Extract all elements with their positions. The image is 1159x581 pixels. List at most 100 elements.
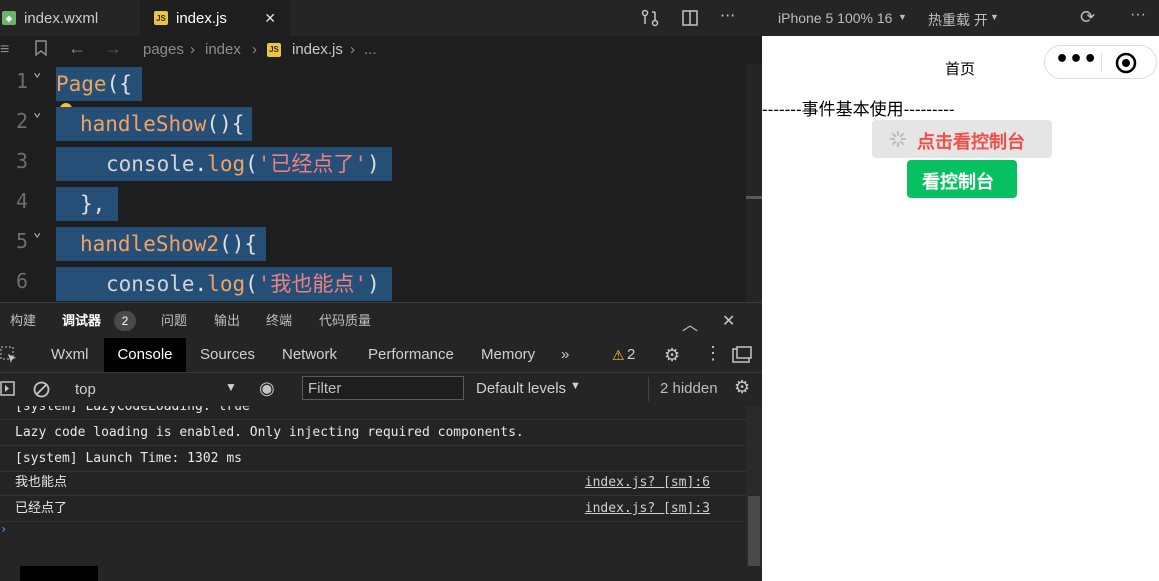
tab-label: index.js xyxy=(176,9,227,27)
capsule-close-icon[interactable] xyxy=(1115,52,1137,78)
forward-arrow-icon[interactable]: → xyxy=(104,38,122,59)
split-editor-icon[interactable] xyxy=(680,8,700,32)
drawer-bar xyxy=(0,566,762,581)
kebab-menu-icon[interactable]: ⋮ xyxy=(704,343,722,364)
breadcrumb-part[interactable]: index.js xyxy=(292,41,343,58)
chevron-right-icon: › xyxy=(350,41,355,58)
hidden-count: 2 hidden xyxy=(660,380,718,397)
tab-index-js[interactable]: JS index.js ✕ xyxy=(140,0,290,36)
code-line: }, xyxy=(56,187,118,221)
tab-memory[interactable]: Memory xyxy=(481,338,535,372)
source-link[interactable]: index.js? [sm]:3 xyxy=(585,496,710,521)
clear-console-icon[interactable] xyxy=(33,381,50,402)
console-row: [system] LazyCodeLoading: true xyxy=(0,406,746,420)
dock-icon[interactable] xyxy=(732,346,752,368)
more-icon[interactable]: ··· xyxy=(720,6,735,25)
panel-header: 构建 调试器 2 问题 输出 终端 代码质量 ︿ ✕ xyxy=(0,302,762,339)
console-message: 已经点了 xyxy=(15,501,68,516)
divider xyxy=(648,377,649,401)
eye-icon[interactable]: ◉ xyxy=(259,378,275,399)
chevron-down-icon[interactable]: ▼ xyxy=(898,12,907,22)
tab-index-wxml[interactable]: ◈ index.wxml xyxy=(0,0,138,36)
hot-reload-toggle[interactable]: 热重载 开 xyxy=(928,10,988,30)
more-tabs-icon[interactable]: » xyxy=(561,338,569,372)
tab-code-quality[interactable]: 代码质量 xyxy=(319,303,371,339)
console-row: 已经点了 index.js? [sm]:3 xyxy=(0,496,746,522)
tab-output[interactable]: 输出 xyxy=(214,303,240,339)
fold-chevron-icon[interactable]: ⌄ xyxy=(33,104,41,120)
sidebar-toggle-icon[interactable] xyxy=(0,381,16,401)
more-icon[interactable]: ··· xyxy=(1130,6,1146,24)
bookmark-icon[interactable] xyxy=(33,39,49,61)
close-panel-icon[interactable]: ✕ xyxy=(722,311,735,331)
chevron-down-icon[interactable]: ▼ xyxy=(990,12,999,22)
tab-console[interactable]: Console xyxy=(104,338,186,372)
code-line: Page({ xyxy=(56,67,142,101)
filter-placeholder: Filter xyxy=(308,380,342,397)
log-levels-select[interactable]: Default levels xyxy=(476,380,566,397)
wxml-file-icon: ◈ xyxy=(2,11,16,25)
fold-chevron-icon[interactable]: ⌄ xyxy=(33,64,41,80)
debugger-count-badge: 2 xyxy=(114,311,136,331)
page-title: 首页 xyxy=(945,61,976,78)
tab-network[interactable]: Network xyxy=(282,338,337,372)
tab-problems[interactable]: 问题 xyxy=(161,303,187,339)
breadcrumb-part[interactable]: ... xyxy=(364,41,377,58)
chevron-right-icon: › xyxy=(190,41,195,58)
tab-label: index.wxml xyxy=(24,9,99,27)
warning-count[interactable]: 2 xyxy=(627,338,635,372)
tab-wxml[interactable]: Wxml xyxy=(51,338,89,372)
menu-icon[interactable]: ≡ xyxy=(0,41,9,59)
code-line: handleShow2(){ xyxy=(56,227,266,261)
code-editor[interactable]: 1 ⌄ Page({ 2 ⌄ handleShow(){ 3 console.l… xyxy=(0,64,746,302)
breadcrumb: ≡ ← → pages › index › JS index.js › ... xyxy=(0,36,762,64)
chevron-down-icon[interactable]: ▼ xyxy=(570,380,581,392)
console-settings-icon[interactable]: ⚙ xyxy=(734,377,750,398)
chevron-down-icon[interactable]: ▼ xyxy=(225,380,237,394)
tab-build[interactable]: 构建 xyxy=(10,303,36,339)
console-message: Lazy code loading is enabled. Only injec… xyxy=(15,425,524,440)
divider-text: -------事件基本使用--------- xyxy=(762,100,955,119)
capsule-menu[interactable]: ••• xyxy=(1044,45,1157,79)
breadcrumb-part[interactable]: index xyxy=(205,41,241,58)
chevron-right-icon: › xyxy=(252,41,257,58)
device-select[interactable]: iPhone 5 100% 16 xyxy=(778,10,892,26)
compare-icon[interactable] xyxy=(640,8,660,32)
chevron-up-icon[interactable]: ︿ xyxy=(682,311,698,335)
console-row: Lazy code loading is enabled. Only injec… xyxy=(0,420,746,446)
js-file-icon: JS xyxy=(267,43,281,57)
source-link[interactable]: index.js? [sm]:6 xyxy=(585,470,710,495)
rotate-icon[interactable]: ⟳ xyxy=(1080,7,1095,28)
tab-terminal[interactable]: 终端 xyxy=(266,303,292,339)
devtools-tabs: Wxml Console Sources Network Performance… xyxy=(0,338,762,372)
simulator-toolbar: iPhone 5 100% 16 ▼ 热重载 开 ▼ ⟳ ··· xyxy=(762,0,1159,36)
breadcrumb-part[interactable]: pages xyxy=(143,41,184,58)
close-tab-icon[interactable]: ✕ xyxy=(264,10,276,27)
console-output[interactable]: [system] LazyCodeLoading: true Lazy code… xyxy=(0,406,746,566)
code-line: console.log('我也能点') xyxy=(56,267,392,301)
fold-chevron-icon[interactable]: ⌄ xyxy=(33,224,41,240)
console-row: [system] Launch Time: 1302 ms xyxy=(0,446,746,472)
console-scrollbar[interactable] xyxy=(746,406,762,566)
back-arrow-icon[interactable]: ← xyxy=(68,38,86,59)
context-select[interactable]: top xyxy=(75,381,96,398)
console-message: 我也能点 xyxy=(15,475,68,490)
line-number: 6 xyxy=(15,269,28,293)
capsule-divider xyxy=(1101,53,1102,71)
filter-input[interactable]: Filter xyxy=(302,376,464,400)
view-console-button[interactable]: 看控制台 xyxy=(907,160,1017,198)
tab-performance[interactable]: Performance xyxy=(368,338,454,372)
line-number: 4 xyxy=(15,189,28,213)
editor-pane: ◈ index.wxml JS index.js ✕ ··· ≡ ← → pag… xyxy=(0,0,762,581)
button-label: 点击看控制台 xyxy=(917,132,1025,152)
console-message: [system] LazyCodeLoading: true xyxy=(15,406,250,414)
gear-icon[interactable]: ⚙ xyxy=(664,345,680,366)
inspect-element-icon[interactable] xyxy=(0,346,18,368)
tab-debugger[interactable]: 调试器 xyxy=(62,303,101,339)
click-console-button[interactable]: 点击看控制台 xyxy=(872,120,1052,158)
tab-sources[interactable]: Sources xyxy=(200,338,255,372)
editor-scrollbar[interactable] xyxy=(746,64,762,302)
warning-icon[interactable]: ⚠ xyxy=(612,347,625,364)
capsule-more-icon[interactable]: ••• xyxy=(1055,49,1097,71)
code-line: console.log('已经点了') xyxy=(56,147,392,181)
